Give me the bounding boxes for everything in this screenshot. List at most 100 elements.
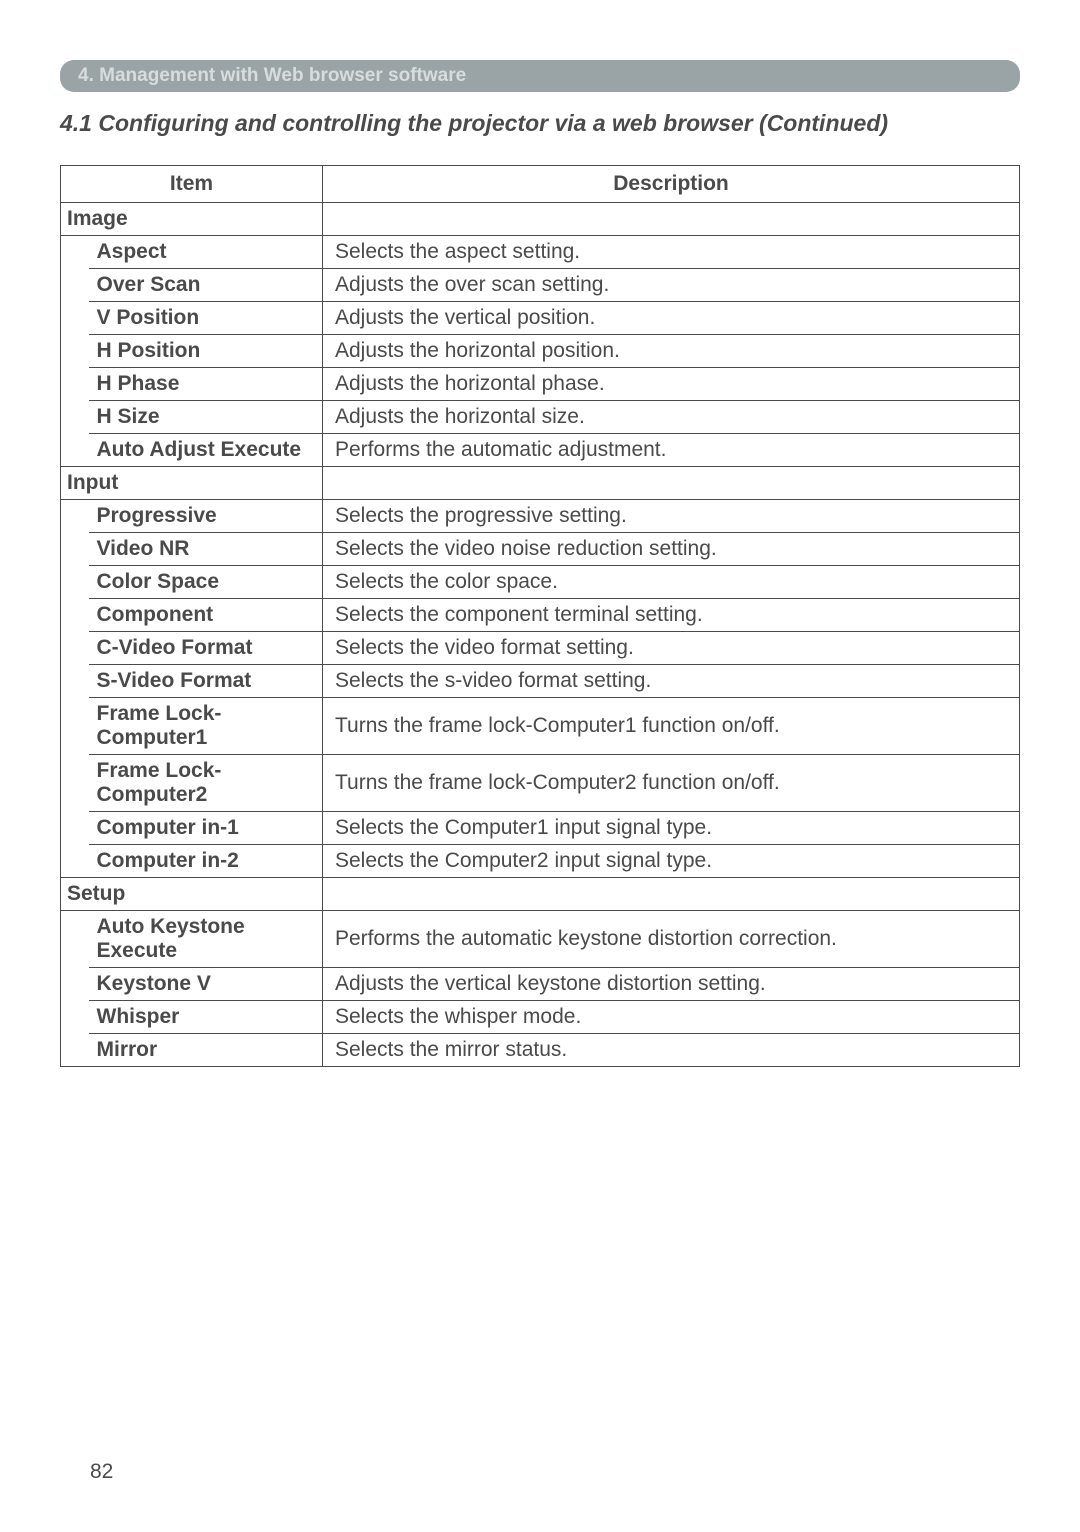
category-label: Image xyxy=(61,203,323,236)
item-cell: Aspect xyxy=(89,236,323,269)
description-cell: Selects the Computer1 input signal type. xyxy=(323,812,1020,845)
description-cell: Selects the progressive setting. xyxy=(323,500,1020,533)
table-row: Color SpaceSelects the color space. xyxy=(61,566,1020,599)
description-cell: Performs the automatic adjustment. xyxy=(323,434,1020,467)
description-cell: Performs the automatic keystone distorti… xyxy=(323,911,1020,968)
table-row: Keystone VAdjusts the vertical keystone … xyxy=(61,968,1020,1001)
document-page: 4. Management with Web browser software … xyxy=(0,0,1080,1067)
settings-table: Item Description ImageAspectSelects the … xyxy=(60,165,1020,1067)
description-cell: Selects the Computer2 input signal type. xyxy=(323,845,1020,878)
item-cell: H Size xyxy=(89,401,323,434)
table-row: ComponentSelects the component terminal … xyxy=(61,599,1020,632)
header-item: Item xyxy=(61,166,323,203)
indent-cell xyxy=(61,1034,89,1067)
table-row: MirrorSelects the mirror status. xyxy=(61,1034,1020,1067)
table-row: Video NRSelects the video noise reductio… xyxy=(61,533,1020,566)
description-cell: Selects the color space. xyxy=(323,566,1020,599)
indent-cell xyxy=(61,368,89,401)
description-cell: Selects the video format setting. xyxy=(323,632,1020,665)
description-cell: Adjusts the horizontal position. xyxy=(323,335,1020,368)
category-row: Setup xyxy=(61,878,1020,911)
indent-cell xyxy=(61,845,89,878)
description-cell: Adjusts the horizontal size. xyxy=(323,401,1020,434)
table-row: V PositionAdjusts the vertical position. xyxy=(61,302,1020,335)
item-cell: Progressive xyxy=(89,500,323,533)
table-row: H PhaseAdjusts the horizontal phase. xyxy=(61,368,1020,401)
indent-cell xyxy=(61,401,89,434)
indent-cell xyxy=(61,533,89,566)
item-cell: Frame Lock-Computer1 xyxy=(89,698,323,755)
description-cell: Selects the video noise reduction settin… xyxy=(323,533,1020,566)
category-label: Input xyxy=(61,467,323,500)
table-row: H PositionAdjusts the horizontal positio… xyxy=(61,335,1020,368)
table-row: Computer in-1Selects the Computer1 input… xyxy=(61,812,1020,845)
item-cell: Component xyxy=(89,599,323,632)
item-cell: Keystone V xyxy=(89,968,323,1001)
page-number: 82 xyxy=(90,1460,113,1484)
description-cell: Selects the whisper mode. xyxy=(323,1001,1020,1034)
table-row: ProgressiveSelects the progressive setti… xyxy=(61,500,1020,533)
item-cell: S-Video Format xyxy=(89,665,323,698)
table-row: S-Video FormatSelects the s-video format… xyxy=(61,665,1020,698)
item-cell: Over Scan xyxy=(89,269,323,302)
category-empty-desc xyxy=(323,203,1020,236)
table-row: Computer in-2Selects the Computer2 input… xyxy=(61,845,1020,878)
item-cell: Frame Lock-Computer2 xyxy=(89,755,323,812)
indent-cell xyxy=(61,335,89,368)
description-cell: Adjusts the horizontal phase. xyxy=(323,368,1020,401)
table-row: Auto Adjust ExecutePerforms the automati… xyxy=(61,434,1020,467)
indent-cell xyxy=(61,911,89,968)
table-header-row: Item Description xyxy=(61,166,1020,203)
indent-cell xyxy=(61,599,89,632)
item-cell: H Position xyxy=(89,335,323,368)
item-cell: H Phase xyxy=(89,368,323,401)
item-cell: Computer in-2 xyxy=(89,845,323,878)
table-row: WhisperSelects the whisper mode. xyxy=(61,1001,1020,1034)
indent-cell xyxy=(61,236,89,269)
description-cell: Selects the mirror status. xyxy=(323,1034,1020,1067)
indent-cell xyxy=(61,665,89,698)
table-row: Frame Lock-Computer2Turns the frame lock… xyxy=(61,755,1020,812)
description-cell: Selects the component terminal setting. xyxy=(323,599,1020,632)
indent-cell xyxy=(61,698,89,755)
header-description: Description xyxy=(323,166,1020,203)
item-cell: Whisper xyxy=(89,1001,323,1034)
category-label: Setup xyxy=(61,878,323,911)
category-row: Image xyxy=(61,203,1020,236)
indent-cell xyxy=(61,434,89,467)
category-row: Input xyxy=(61,467,1020,500)
indent-cell xyxy=(61,500,89,533)
item-cell: Color Space xyxy=(89,566,323,599)
description-cell: Adjusts the vertical position. xyxy=(323,302,1020,335)
category-empty-desc xyxy=(323,467,1020,500)
indent-cell xyxy=(61,812,89,845)
description-cell: Turns the frame lock-Computer1 function … xyxy=(323,698,1020,755)
table-row: C-Video FormatSelects the video format s… xyxy=(61,632,1020,665)
indent-cell xyxy=(61,632,89,665)
table-row: Auto Keystone ExecutePerforms the automa… xyxy=(61,911,1020,968)
chapter-bar: 4. Management with Web browser software xyxy=(60,60,1020,92)
item-cell: Computer in-1 xyxy=(89,812,323,845)
item-cell: C-Video Format xyxy=(89,632,323,665)
description-cell: Adjusts the over scan setting. xyxy=(323,269,1020,302)
table-row: Frame Lock-Computer1Turns the frame lock… xyxy=(61,698,1020,755)
table-row: AspectSelects the aspect setting. xyxy=(61,236,1020,269)
indent-cell xyxy=(61,755,89,812)
table-row: Over ScanAdjusts the over scan setting. xyxy=(61,269,1020,302)
indent-cell xyxy=(61,968,89,1001)
indent-cell xyxy=(61,269,89,302)
item-cell: V Position xyxy=(89,302,323,335)
item-cell: Mirror xyxy=(89,1034,323,1067)
indent-cell xyxy=(61,302,89,335)
indent-cell xyxy=(61,566,89,599)
description-cell: Adjusts the vertical keystone distortion… xyxy=(323,968,1020,1001)
description-cell: Selects the aspect setting. xyxy=(323,236,1020,269)
chapter-bar-text: 4. Management with Web browser software xyxy=(78,65,466,86)
description-cell: Turns the frame lock-Computer2 function … xyxy=(323,755,1020,812)
description-cell: Selects the s-video format setting. xyxy=(323,665,1020,698)
table-row: H SizeAdjusts the horizontal size. xyxy=(61,401,1020,434)
item-cell: Auto Adjust Execute xyxy=(89,434,323,467)
category-empty-desc xyxy=(323,878,1020,911)
item-cell: Video NR xyxy=(89,533,323,566)
section-title: 4.1 Configuring and controlling the proj… xyxy=(60,110,1020,137)
